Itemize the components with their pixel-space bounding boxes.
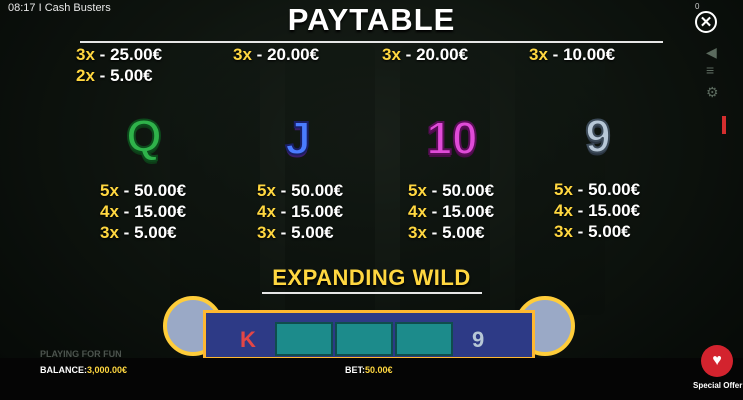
- special-offer-button[interactable]: ♥: [701, 345, 733, 377]
- pay-line: 5x - 50.00€: [257, 181, 344, 200]
- pay-line: 5x - 50.00€: [100, 181, 187, 200]
- pay-line: 3x - 10.00€: [529, 45, 616, 64]
- playing-for-fun-label: PLAYING FOR FUN: [40, 349, 122, 359]
- close-icon: ✕: [699, 13, 713, 31]
- paytable-title: PAYTABLE: [287, 2, 456, 37]
- wild-cell: [335, 322, 393, 356]
- pay-line: 3x - 5.00€: [257, 223, 334, 242]
- pay-line: 4x - 15.00€: [554, 201, 641, 220]
- wild-preview-machine: [163, 296, 575, 360]
- pay-line: 2x - 5.00€: [76, 66, 153, 85]
- pay-line: 5x - 50.00€: [408, 181, 495, 200]
- heart-icon: ♥: [712, 352, 722, 369]
- menu-icon[interactable]: ≡: [706, 62, 714, 78]
- special-offer-label[interactable]: Special Offer: [693, 381, 742, 390]
- symbol-j-icon: J: [284, 111, 312, 165]
- balance-display: BALANCE:3,000.00€: [40, 365, 127, 375]
- section-divider: [262, 292, 482, 294]
- preview-symbol-k: K: [240, 327, 256, 352]
- pay-line: 4x - 15.00€: [408, 202, 495, 221]
- pay-line: 3x - 20.00€: [233, 45, 320, 64]
- pay-line: 4x - 15.00€: [257, 202, 344, 221]
- pay-line: 5x - 50.00€: [554, 180, 641, 199]
- pay-line: 3x - 5.00€: [554, 222, 631, 241]
- bet-value: 50.00€: [365, 365, 393, 375]
- close-button[interactable]: ✕: [695, 11, 717, 33]
- section-title: EXPANDING WILD: [272, 265, 471, 290]
- pay-line: 3x - 25.00€: [76, 45, 163, 64]
- title-divider: [80, 41, 663, 43]
- pay-line: 3x - 5.00€: [100, 223, 177, 242]
- pay-line: 3x - 20.00€: [382, 45, 469, 64]
- wild-cell: [395, 322, 453, 356]
- settings-icon[interactable]: ⚙: [706, 84, 719, 101]
- symbol-10-icon: 10: [425, 111, 478, 165]
- balance-value: 3,000.00€: [87, 365, 128, 375]
- preview-symbol-9: 9: [472, 327, 485, 352]
- balance-label: BALANCE:: [40, 365, 87, 375]
- sound-icon[interactable]: ◀: [706, 44, 717, 61]
- pay-line: 3x - 5.00€: [408, 223, 485, 242]
- symbol-9-icon: 9: [584, 109, 612, 163]
- bet-display: BET:50.00€: [345, 365, 393, 375]
- scroll-indicator[interactable]: [722, 116, 726, 134]
- symbol-q-icon: Q: [125, 109, 163, 163]
- pay-line: 4x - 15.00€: [100, 202, 187, 221]
- wild-cell: [275, 322, 333, 356]
- bet-label: BET:: [345, 365, 365, 375]
